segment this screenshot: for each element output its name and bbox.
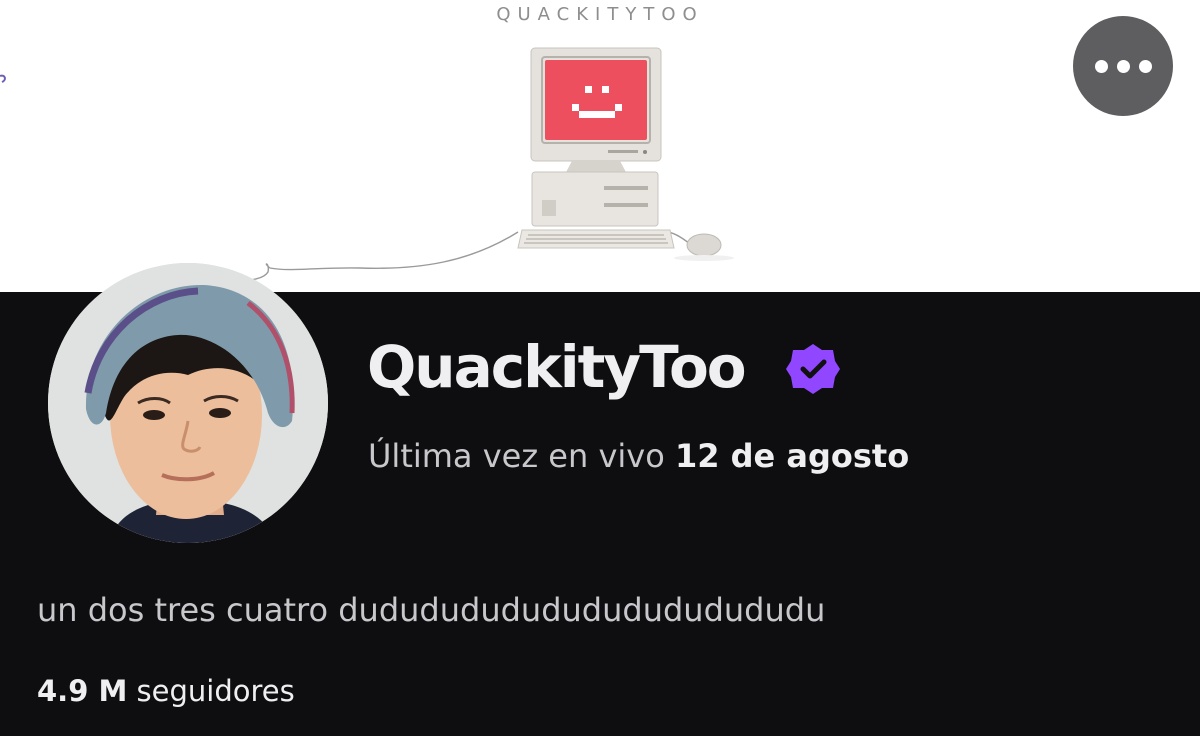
follower-count: 4.9 M seguidores	[37, 677, 295, 706]
retro-computer-illustration	[0, 47, 734, 286]
avatar-image	[48, 263, 328, 543]
follower-count-value: 4.9 M	[37, 674, 128, 708]
verified-badge-icon	[786, 344, 840, 394]
more-horizontal-icon	[1094, 59, 1108, 73]
channel-name: QuackityToo	[367, 333, 747, 401]
last-live-prefix: Última vez en vivo	[368, 437, 675, 475]
profile-banner: QUACKITYTOO	[0, 0, 1200, 292]
last-live-status: Última vez en vivo 12 de agosto	[368, 440, 909, 472]
avatar[interactable]	[48, 263, 328, 543]
more-options-button[interactable]	[1073, 16, 1173, 116]
follower-count-label: seguidores	[127, 674, 295, 708]
channel-bio: un dos tres cuatro dudududududududududud…	[37, 591, 826, 629]
last-live-date: 12 de agosto	[674, 437, 910, 475]
